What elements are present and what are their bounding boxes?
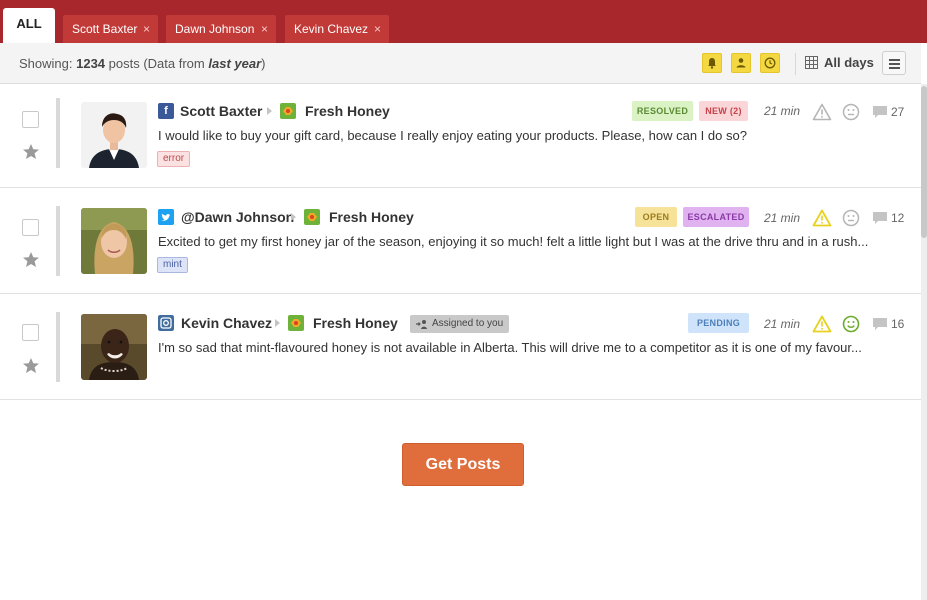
tab-scott-baxter[interactable]: Scott Baxter × (63, 15, 158, 43)
comment-count: 12 (891, 211, 905, 225)
comment-count: 16 (891, 317, 905, 331)
select-checkbox[interactable] (22, 324, 39, 341)
comment-icon[interactable] (872, 105, 888, 119)
select-checkbox[interactable] (22, 111, 39, 128)
neutral-face-icon[interactable] (842, 103, 860, 121)
star-icon[interactable] (21, 142, 41, 162)
status-badge-new[interactable]: NEW (2) (699, 101, 748, 121)
posts-text: posts (Data from (108, 56, 205, 71)
close-icon[interactable]: × (143, 15, 150, 43)
data-period: last year (208, 56, 262, 71)
select-checkbox[interactable] (22, 219, 39, 236)
brand-name[interactable]: Fresh Honey (329, 209, 414, 225)
close-icon[interactable]: × (374, 15, 381, 43)
star-icon[interactable] (21, 356, 41, 376)
avatar[interactable] (81, 102, 147, 168)
post-message[interactable]: I'm so sad that mint-flavoured honey is … (158, 340, 908, 355)
tab-bar: ALL Scott Baxter × Dawn Johnson × Kevin … (0, 0, 927, 43)
menu-button[interactable] (882, 51, 906, 75)
tab-label: Scott Baxter (72, 22, 138, 36)
filter-assigned-button[interactable] (731, 53, 751, 73)
menu-icon-line (889, 67, 900, 69)
tab-label: Dawn Johnson (175, 22, 255, 36)
chevron-right-icon (291, 213, 296, 221)
status-bar: Showing: 1234 posts (Data from last year… (0, 43, 921, 84)
brand-name[interactable]: Fresh Honey (305, 103, 390, 119)
filter-bell-button[interactable] (702, 53, 722, 73)
avatar[interactable] (81, 314, 147, 380)
showing-label: Showing: (19, 56, 73, 71)
post-time: 21 min (764, 104, 801, 118)
status-badge-open[interactable]: OPEN (635, 207, 677, 227)
post-time: 21 min (764, 317, 801, 331)
comment-count: 27 (891, 105, 905, 119)
post-message[interactable]: Excited to get my first honey jar of the… (158, 234, 908, 249)
assigned-badge[interactable]: Assigned to you (410, 315, 510, 333)
post-author[interactable]: @Dawn Johnson (181, 209, 294, 225)
person-icon (736, 58, 746, 68)
assign-user-icon (416, 320, 427, 329)
date-range-selector[interactable]: All days (805, 55, 874, 73)
tab-label: Kevin Chavez (294, 22, 369, 36)
star-icon[interactable] (21, 250, 41, 270)
post-tag[interactable]: error (157, 151, 191, 167)
post-divider-bar (56, 312, 60, 382)
avatar-image (81, 208, 147, 274)
filter-clock-button[interactable] (760, 53, 780, 73)
instagram-icon (158, 315, 174, 331)
get-posts-button[interactable]: Get Posts (402, 443, 524, 486)
post-author[interactable]: Kevin Chavez (181, 315, 272, 331)
warning-icon[interactable] (812, 209, 832, 227)
bell-icon (708, 58, 716, 69)
chevron-right-icon (267, 107, 272, 115)
date-range-label: All days (824, 55, 874, 70)
status-badge-pending[interactable]: PENDING (688, 313, 749, 333)
calendar-icon (805, 56, 818, 69)
avatar-image (81, 314, 147, 380)
menu-icon-line (889, 63, 900, 65)
close-icon[interactable]: × (261, 15, 268, 43)
comment-icon[interactable] (872, 211, 888, 225)
assigned-label: Assigned to you (432, 318, 504, 329)
warning-icon[interactable] (812, 103, 832, 121)
tab-all[interactable]: ALL (3, 8, 55, 43)
chevron-right-icon (275, 319, 280, 327)
menu-icon (889, 59, 900, 61)
comment-icon[interactable] (872, 317, 888, 331)
divider (795, 53, 796, 75)
post-author[interactable]: Scott Baxter (180, 103, 262, 119)
post-row[interactable]: Kevin Chavez Fresh Honey Assigned to you… (0, 294, 921, 400)
post-row[interactable]: f Scott Baxter Fresh Honey RESOLVED NEW … (0, 84, 921, 188)
post-count: 1234 (76, 56, 106, 71)
scrollbar-thumb[interactable] (921, 86, 927, 238)
post-message[interactable]: I would like to buy your gift card, beca… (158, 128, 908, 143)
happy-face-icon[interactable] (842, 315, 860, 333)
showing-summary: Showing: 1234 posts (Data from last year… (19, 56, 265, 71)
twitter-icon (158, 209, 174, 225)
status-badge-escalated[interactable]: ESCALATED (683, 207, 749, 227)
post-divider-bar (56, 98, 60, 168)
warning-icon[interactable] (812, 315, 832, 333)
close-paren: ) (261, 56, 266, 71)
post-time: 21 min (764, 211, 801, 225)
post-row[interactable]: @Dawn Johnson Fresh Honey OPEN ESCALATED… (0, 188, 921, 294)
clock-icon (764, 57, 776, 69)
brand-name[interactable]: Fresh Honey (313, 315, 398, 331)
facebook-icon: f (158, 103, 174, 119)
brand-logo-icon (304, 209, 320, 225)
avatar[interactable] (81, 208, 147, 274)
post-tag[interactable]: mint (157, 257, 188, 273)
status-badge-resolved[interactable]: RESOLVED (632, 101, 693, 121)
brand-logo-icon (288, 315, 304, 331)
post-divider-bar (56, 206, 60, 276)
tab-kevin-chavez[interactable]: Kevin Chavez × (285, 15, 389, 43)
neutral-face-icon[interactable] (842, 209, 860, 227)
tab-dawn-johnson[interactable]: Dawn Johnson × (166, 15, 276, 43)
avatar-image (81, 102, 147, 168)
brand-logo-icon (280, 103, 296, 119)
